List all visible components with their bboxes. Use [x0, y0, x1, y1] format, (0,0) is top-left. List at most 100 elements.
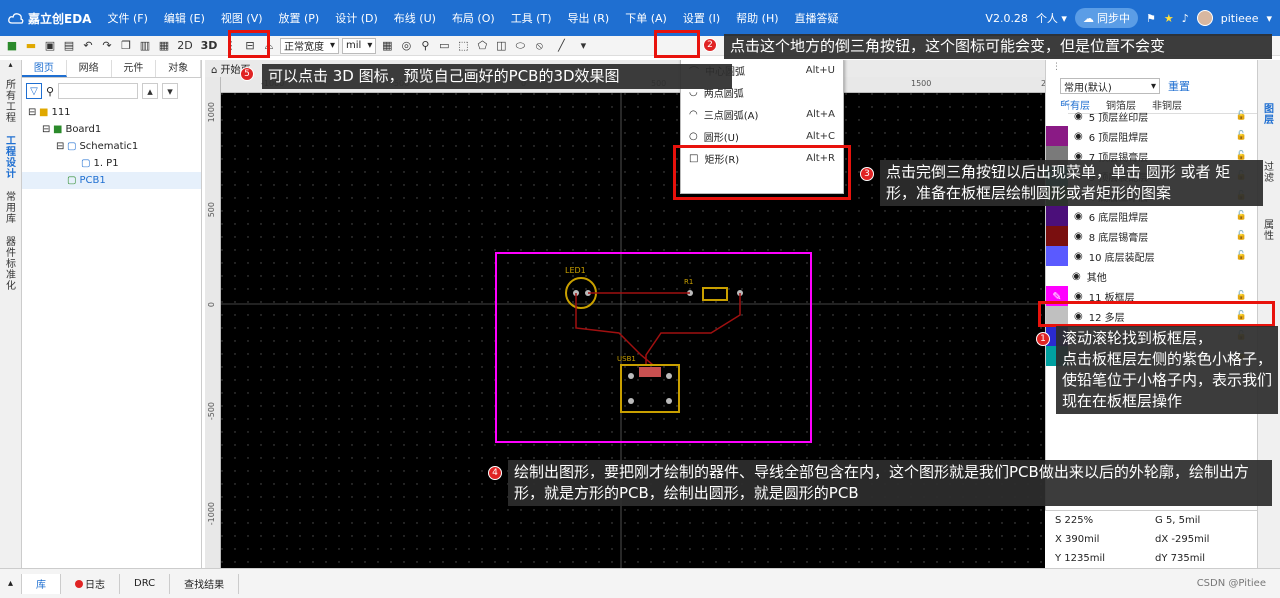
bottom-tab-0[interactable]: 库	[22, 573, 62, 594]
open-folder-icon[interactable]: ▬	[23, 38, 39, 54]
lock-icon[interactable]: 🔓	[1236, 211, 1247, 221]
component-icon[interactable]: ▭	[436, 38, 452, 54]
collapse-icon[interactable]: ▴	[0, 60, 21, 74]
view-3d-button[interactable]: 3D	[198, 38, 220, 54]
tree-item[interactable]: ⊟ ▢ Schematic1	[22, 138, 201, 155]
reset-button[interactable]: 重置	[1168, 78, 1190, 94]
menu-item-5[interactable]: 布线 (U)	[386, 10, 444, 26]
lock-icon[interactable]: 🔓	[1236, 291, 1247, 301]
layer-color-swatch[interactable]	[1046, 226, 1068, 246]
line-tool-icon[interactable]: ╱	[550, 38, 572, 54]
expand-icon[interactable]: ⊟	[56, 141, 64, 152]
language-flag-icon[interactable]: ★	[1164, 12, 1174, 25]
layer-row[interactable]: ◉其他🔓	[1046, 266, 1257, 286]
right-strip-tab-0[interactable]: 图层	[1258, 96, 1280, 134]
menu-item-8[interactable]: 导出 (R)	[560, 10, 618, 26]
new-project-icon[interactable]: ■	[4, 38, 20, 54]
eye-icon[interactable]: ◉	[1074, 211, 1083, 222]
down-icon[interactable]: ▾	[162, 83, 179, 99]
filter-icon[interactable]: ▽	[26, 83, 42, 99]
undo-icon[interactable]: ↶	[80, 38, 96, 54]
left-strip-tab-1[interactable]: 工程设计	[0, 130, 22, 186]
layer-color-swatch[interactable]	[1046, 206, 1068, 226]
expand-icon[interactable]: ⊟	[28, 107, 36, 118]
via-icon[interactable]: ⚲	[417, 38, 433, 54]
lock-icon[interactable]: 🔓	[1236, 131, 1247, 141]
menu-item-11[interactable]: 帮助 (H)	[728, 10, 786, 26]
eye-icon[interactable]: ◉	[1072, 271, 1081, 282]
bottom-tab-2[interactable]: DRC	[120, 573, 171, 594]
region-icon[interactable]: ◫	[493, 38, 509, 54]
pad-icon[interactable]: ◎	[398, 38, 414, 54]
eye-icon[interactable]: ◉	[1074, 111, 1083, 122]
eye-icon[interactable]: ◉	[1074, 251, 1083, 262]
usb-pads[interactable]	[639, 367, 661, 377]
layer-row[interactable]: ◉ 8 底层锡膏层 🔓	[1046, 226, 1257, 246]
save-all-icon[interactable]: ▤	[61, 38, 77, 54]
unit-select[interactable]: mil ▾	[342, 37, 377, 54]
layer-color-swatch[interactable]	[1046, 246, 1068, 266]
copy-icon[interactable]: ❐	[118, 38, 134, 54]
grid-icon[interactable]: ▦	[379, 38, 395, 54]
forbidden-icon[interactable]: ⦸	[531, 38, 547, 54]
menu-item-1[interactable]: 编辑 (E)	[156, 10, 213, 26]
right-strip-tab-2[interactable]: 属性	[1258, 212, 1280, 250]
up-icon[interactable]: ▴	[142, 83, 159, 99]
search-input[interactable]	[58, 83, 139, 99]
ellipse-icon[interactable]: ⬭	[512, 38, 528, 54]
left-tab-3[interactable]: 对象	[156, 60, 201, 77]
avatar[interactable]	[1196, 10, 1213, 26]
shape-menu-item-3[interactable]: ◠ 三点圆弧(A) Alt+A	[681, 103, 843, 125]
menu-item-3[interactable]: 放置 (P)	[271, 10, 328, 26]
menu-item-10[interactable]: 设置 (I)	[675, 10, 728, 26]
layer-row[interactable]: ◉ 6 底层阻焊层 🔓	[1046, 206, 1257, 226]
notification-icon[interactable]: ⚑	[1146, 12, 1156, 25]
sync-button[interactable]: ☁ 同步中	[1074, 8, 1138, 28]
expand-icon[interactable]: ⊟	[42, 124, 50, 135]
lock-icon[interactable]: 🔓	[1236, 111, 1247, 121]
left-strip-tab-2[interactable]: 常用库	[0, 186, 22, 231]
menu-item-2[interactable]: 视图 (V)	[213, 10, 271, 26]
shape-menu-item-4[interactable]: ○ 圆形(U) Alt+C	[681, 125, 843, 147]
eye-icon[interactable]: ◉	[1074, 231, 1083, 242]
layer-preset-select[interactable]: 常用(默认) ▾	[1060, 78, 1160, 94]
tree-item[interactable]: ⊟ ■ 111	[22, 104, 201, 121]
lock-icon[interactable]: 🔓	[1236, 231, 1247, 241]
menu-item-4[interactable]: 设计 (D)	[327, 10, 386, 26]
bottom-tab-1[interactable]: 日志	[61, 573, 121, 594]
left-tab-1[interactable]: 网络	[67, 60, 112, 77]
left-tab-2[interactable]: 元件	[112, 60, 157, 77]
menu-item-7[interactable]: 工具 (T)	[503, 10, 560, 26]
line-width-select[interactable]: 正常宽度 ▾	[280, 37, 340, 54]
workspace-select[interactable]: 个人 ▾	[1036, 10, 1067, 26]
tree-item[interactable]: ▢ PCB1	[22, 172, 201, 189]
collapse-bottom-icon[interactable]: ▴	[0, 573, 23, 594]
left-tab-0[interactable]: 图页	[22, 60, 67, 77]
menu-item-0[interactable]: 文件 (F)	[99, 10, 155, 26]
redo-icon[interactable]: ↷	[99, 38, 115, 54]
layer-color-swatch[interactable]	[1046, 106, 1068, 126]
menu-item-9[interactable]: 下单 (A)	[617, 10, 675, 26]
bottom-tab-3[interactable]: 查找结果	[170, 573, 240, 594]
tree-item[interactable]: ▢ 1. P1	[22, 155, 201, 172]
layer-row[interactable]: ◉ 10 底层装配层 🔓	[1046, 246, 1257, 266]
bell-icon[interactable]: ♪	[1182, 12, 1189, 25]
align-icon[interactable]: ⬚	[455, 38, 471, 54]
layer-tab-2[interactable]: 非铜层	[1152, 97, 1182, 112]
eye-icon[interactable]: ◉	[1074, 291, 1083, 302]
layer-row[interactable]: ◉ 6 顶层阻焊层 🔓	[1046, 126, 1257, 146]
save-icon[interactable]: ▣	[42, 38, 58, 54]
eye-icon[interactable]: ◉	[1074, 131, 1083, 142]
menu-item-12[interactable]: 直播答疑	[787, 10, 847, 26]
chevron-down-icon[interactable]: ▾	[1266, 12, 1272, 25]
menu-item-6[interactable]: 布局 (O)	[444, 10, 503, 26]
left-strip-tab-3[interactable]: 器件标准化	[0, 231, 22, 298]
delete-icon[interactable]: ▦	[156, 38, 172, 54]
polygon-icon[interactable]: ⬠	[474, 38, 490, 54]
username[interactable]: pitieee	[1221, 12, 1259, 25]
layer-color-swatch[interactable]	[1046, 126, 1068, 146]
line-tool-dropdown-icon[interactable]: ▾	[575, 38, 591, 54]
paste-icon[interactable]: ▥	[137, 38, 153, 54]
lock-icon[interactable]: 🔓	[1236, 251, 1247, 261]
left-strip-tab-0[interactable]: 所有工程	[0, 74, 22, 130]
